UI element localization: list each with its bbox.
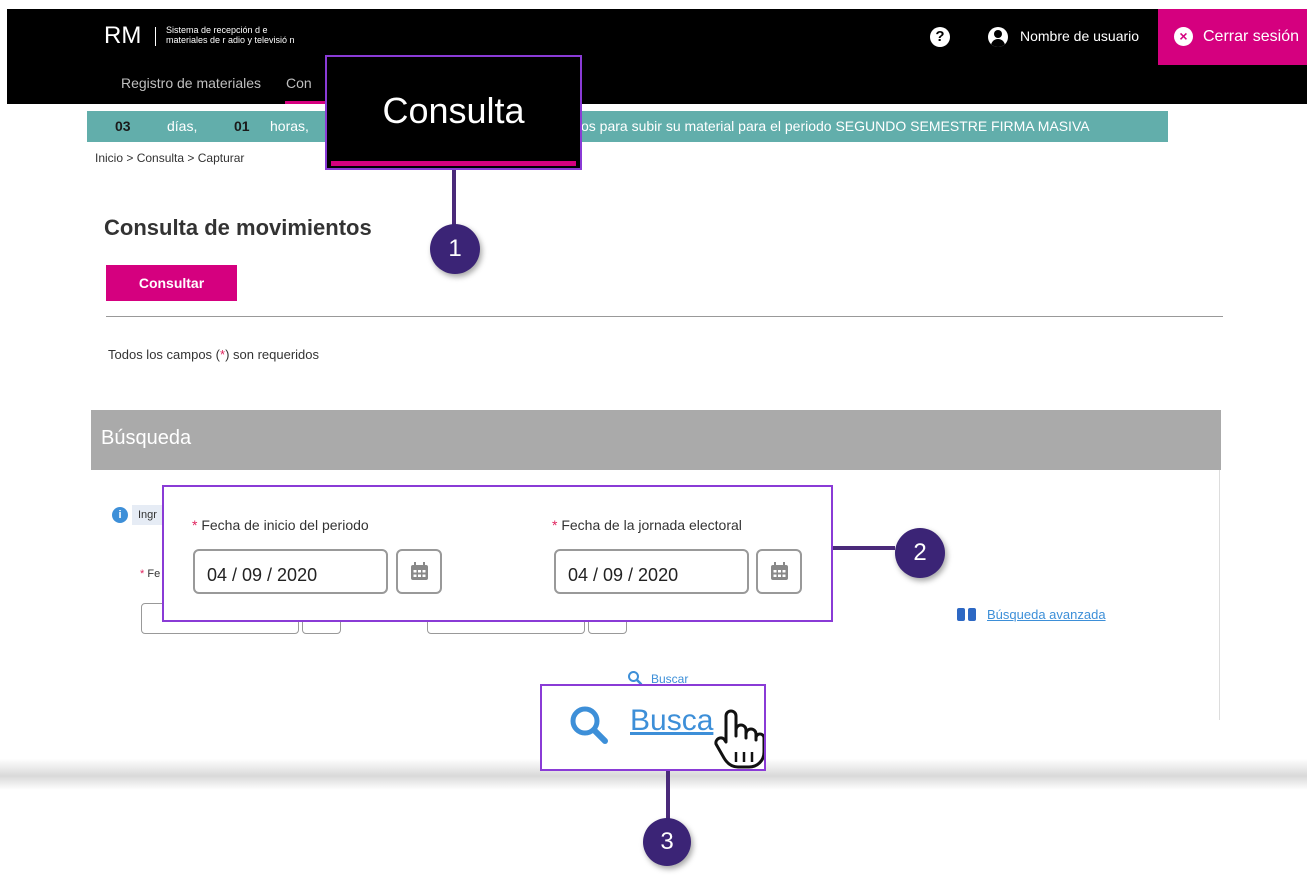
date-field-label-bg: * Fe <box>140 568 161 580</box>
connector-2 <box>833 546 895 550</box>
app-subtitle: Sistema de recepción d e materiales de r… <box>166 25 295 45</box>
calendar-icon <box>411 562 428 580</box>
callout-consulta-tab: Consulta <box>325 55 582 170</box>
callout-date-fields: * Fecha de inicio del periodo 04 / 09 / … <box>162 485 833 622</box>
hand-pointer-icon <box>714 709 764 769</box>
binoculars-icon <box>957 605 977 621</box>
search-panel-title: Búsqueda <box>101 427 192 449</box>
search-panel-header: Búsqueda <box>91 410 1221 470</box>
step-badge-1: 1 <box>430 224 480 274</box>
app-subtitle-line2: materiales de r adio y televisió n <box>166 35 295 45</box>
start-date-calendar-button[interactable] <box>396 549 442 594</box>
required-prefix: Todos los campos ( <box>108 347 220 362</box>
user-avatar-icon[interactable] <box>988 27 1008 47</box>
election-date-label: * Fecha de la jornada electoral <box>552 517 742 533</box>
app-logo: RM <box>104 22 142 49</box>
callout-consulta-underline <box>331 161 576 166</box>
election-date-calendar-button[interactable] <box>756 549 802 594</box>
election-date-input[interactable]: 04 / 09 / 2020 <box>554 549 749 594</box>
logo-divider <box>155 27 156 46</box>
logout-button[interactable]: × Cerrar sesión <box>1158 9 1307 65</box>
countdown-hours-label: horas, <box>270 118 309 134</box>
countdown-message: os para subir su material para el period… <box>581 118 1090 134</box>
search-icon <box>570 706 608 744</box>
callout-search: Busca <box>540 684 766 771</box>
advanced-search-link[interactable]: Búsqueda avanzada <box>987 607 1106 622</box>
connector-3 <box>666 771 670 823</box>
close-circle-icon: × <box>1174 27 1193 46</box>
callout-consulta-label: Consulta <box>382 90 525 131</box>
info-icon: i <box>112 507 128 523</box>
step-badge-3: 3 <box>643 818 691 866</box>
app-subtitle-line1: Sistema de recepción d e <box>166 25 268 35</box>
start-date-label: * Fecha de inicio del periodo <box>192 517 369 533</box>
start-date-label-text: Fecha de inicio del periodo <box>201 517 369 533</box>
callout-search-label: Busca <box>630 704 714 737</box>
help-icon[interactable]: ? <box>930 27 950 47</box>
start-date-input[interactable]: 04 / 09 / 2020 <box>193 549 388 594</box>
date-field-label-bg-text: Fe <box>147 568 161 580</box>
logout-label: Cerrar sesión <box>1203 28 1300 45</box>
countdown-days-label: días, <box>167 118 198 134</box>
step-badge-2: 2 <box>895 528 945 578</box>
countdown-days-value: 03 <box>115 118 131 134</box>
required-suffix: ) son requeridos <box>225 347 320 362</box>
countdown-banner: 03 días, 01 horas, os para subir su mate… <box>87 111 1168 142</box>
page-title: Consulta de movimientos <box>104 215 372 240</box>
consultar-button[interactable]: Consultar <box>106 265 237 301</box>
nav-item-consulta[interactable]: Con <box>286 75 312 91</box>
nav-item-registro[interactable]: Registro de materiales <box>121 75 261 91</box>
divider <box>106 316 1223 317</box>
user-name[interactable]: Nombre de usuario <box>1020 28 1139 44</box>
countdown-hours-value: 01 <box>234 118 250 134</box>
breadcrumb[interactable]: Inicio > Consulta > Capturar <box>95 151 244 165</box>
required-note: Todos los campos (*) son requeridos <box>108 347 319 362</box>
election-date-label-text: Fecha de la jornada electoral <box>561 517 742 533</box>
calendar-icon <box>771 562 788 580</box>
